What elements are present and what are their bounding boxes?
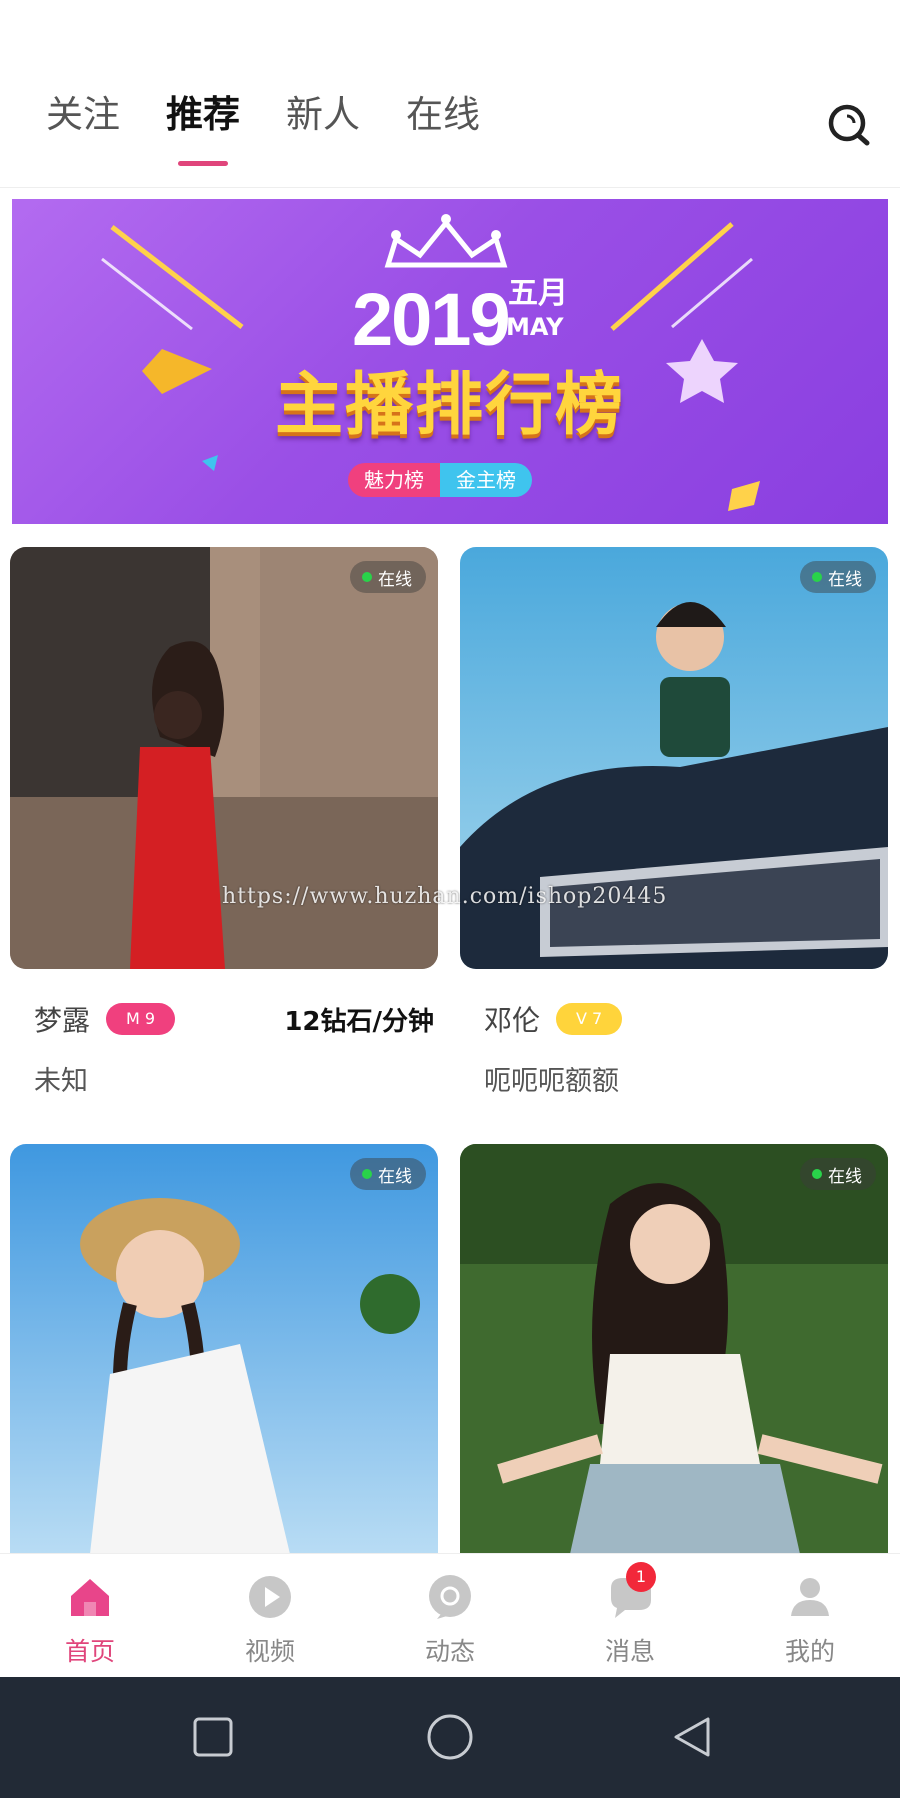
online-dot bbox=[362, 572, 372, 582]
host-info-row: 邓伦 V 7 bbox=[460, 999, 888, 1039]
call-price: 12钻石/分钟 bbox=[284, 1006, 434, 1037]
host-card[interactable]: 在线 bbox=[10, 1144, 438, 1554]
recent-apps-icon[interactable] bbox=[193, 1717, 233, 1757]
home-icon bbox=[71, 1579, 109, 1616]
play-icon bbox=[249, 1576, 291, 1618]
patron-rank-pill: 金主榜 bbox=[440, 463, 532, 497]
host-card[interactable]: 在线 邓伦 V 7 呃呃呃额额 bbox=[460, 547, 888, 1098]
online-status-badge: 在线 bbox=[800, 1158, 876, 1190]
banner-month-en: MAY bbox=[506, 313, 564, 341]
nav-home-label: 首页 bbox=[64, 1637, 115, 1666]
active-tab-indicator bbox=[178, 161, 228, 166]
host-name: 邓伦 bbox=[484, 1004, 541, 1037]
bottom-nav: 首页 视频 动态 1 消息 我的 bbox=[0, 1553, 900, 1677]
banner-month-cn: 五月 bbox=[508, 276, 568, 311]
tab-follow[interactable]: 关注 bbox=[46, 88, 120, 142]
tab-recommend[interactable]: 推荐 bbox=[166, 88, 240, 166]
host-photo: 在线 bbox=[10, 1144, 438, 1554]
online-dot bbox=[812, 572, 822, 582]
online-dot bbox=[362, 1169, 372, 1179]
banner-title: 主播排行榜 bbox=[274, 366, 625, 445]
online-status-badge: 在线 bbox=[800, 561, 876, 593]
nav-moments-label: 动态 bbox=[424, 1637, 475, 1666]
tab-online[interactable]: 在线 bbox=[406, 88, 480, 142]
tab-group: 关注 推荐 新人 在线 bbox=[46, 88, 526, 166]
nav-profile[interactable]: 我的 bbox=[720, 1554, 900, 1677]
nav-profile-label: 我的 bbox=[784, 1637, 835, 1666]
moments-icon bbox=[429, 1575, 471, 1619]
search-icon[interactable] bbox=[826, 102, 872, 148]
unread-badge: 1 bbox=[626, 1562, 656, 1592]
top-tab-bar: 关注 推荐 新人 在线 bbox=[0, 0, 900, 188]
banner-pills: 魅力榜 金主榜 bbox=[348, 463, 532, 497]
online-status-text: 在线 bbox=[828, 1166, 862, 1187]
home-circle-icon[interactable] bbox=[427, 1714, 473, 1760]
system-nav-bar bbox=[0, 1677, 900, 1798]
tab-follow-label: 关注 bbox=[46, 93, 120, 136]
nav-home[interactable]: 首页 bbox=[0, 1554, 180, 1677]
host-info-row: 梦露 M 9 12钻石/分钟 bbox=[10, 999, 438, 1039]
host-card[interactable]: 在线 梦露 M 9 12钻石/分钟 未知 bbox=[10, 547, 438, 1098]
ranking-banner[interactable]: 2019 五月 MAY 主播排行榜 魅力榜 金主榜 bbox=[12, 199, 888, 524]
nav-messages-label: 消息 bbox=[604, 1637, 655, 1666]
online-dot bbox=[812, 1169, 822, 1179]
online-status-text: 在线 bbox=[378, 569, 412, 590]
host-photo: 在线 bbox=[460, 1144, 888, 1554]
online-status-badge: 在线 bbox=[350, 1158, 426, 1190]
nav-moments[interactable]: 动态 bbox=[360, 1554, 540, 1677]
tab-newcomers-label: 新人 bbox=[286, 93, 360, 136]
level-badge: M 9 bbox=[106, 1003, 176, 1035]
back-triangle-icon[interactable] bbox=[674, 1717, 710, 1757]
host-name: 梦露 bbox=[34, 1004, 91, 1037]
charm-rank-pill: 魅力榜 bbox=[348, 463, 440, 497]
tab-online-label: 在线 bbox=[406, 93, 480, 136]
tab-newcomers[interactable]: 新人 bbox=[286, 88, 360, 142]
profile-icon bbox=[791, 1578, 829, 1616]
host-card[interactable]: 在线 bbox=[460, 1144, 888, 1554]
host-subtitle: 未知 bbox=[34, 1066, 88, 1097]
level-badge: V 7 bbox=[556, 1003, 623, 1035]
online-status-badge: 在线 bbox=[350, 561, 426, 593]
nav-video[interactable]: 视频 bbox=[180, 1554, 360, 1677]
online-status-text: 在线 bbox=[378, 1166, 412, 1187]
watermark-text: https://www.huzhan.com/ishop20445 bbox=[222, 884, 668, 909]
nav-video-label: 视频 bbox=[244, 1637, 295, 1666]
tab-recommend-label: 推荐 bbox=[166, 93, 240, 136]
online-status-text: 在线 bbox=[828, 569, 862, 590]
host-subtitle: 呃呃呃额额 bbox=[484, 1066, 619, 1097]
nav-messages[interactable]: 1 消息 bbox=[540, 1554, 720, 1677]
